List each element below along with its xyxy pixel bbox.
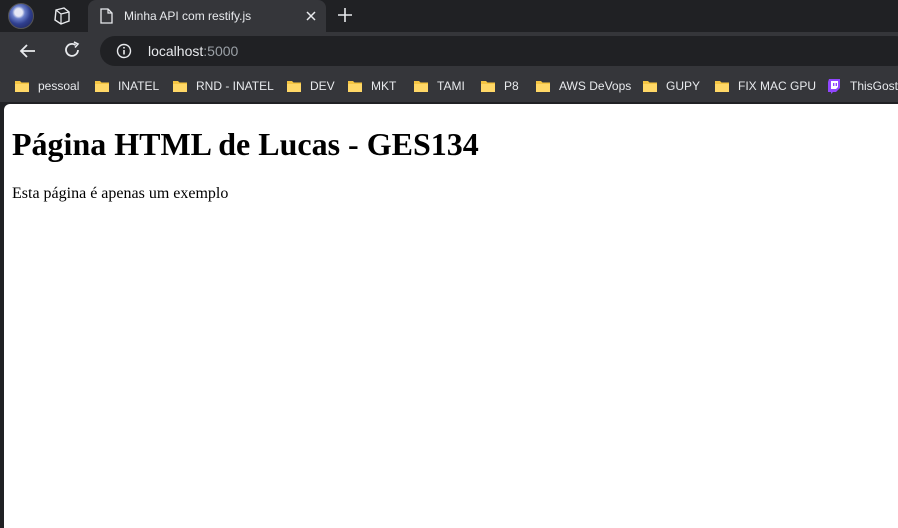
page-paragraph: Esta página é apenas um exemplo (12, 185, 229, 202)
reload-icon[interactable] (62, 40, 82, 60)
page-document-icon (100, 8, 113, 24)
page-viewport: Página HTML de Lucas - GES134 Esta págin… (4, 104, 898, 528)
address-bar[interactable]: localhost:5000 (100, 36, 898, 66)
bookmark-label: P8 (504, 79, 519, 93)
workspaces-icon[interactable] (50, 6, 72, 26)
folder-icon (643, 81, 657, 92)
folder-icon (15, 81, 29, 92)
bookmark-label: ThisGosto (850, 79, 898, 93)
bookmark-label: FIX MAC GPU (738, 79, 817, 93)
bookmark-item[interactable]: RND - INATEL (172, 77, 274, 95)
close-tab-icon[interactable] (304, 9, 318, 23)
tab-title: Minha API com restify.js (124, 9, 252, 23)
folder-icon (173, 81, 187, 92)
folder-icon (715, 81, 729, 92)
url-port: :5000 (203, 43, 239, 59)
folder-icon (536, 81, 550, 92)
bookmark-item[interactable]: ThisGosto (826, 77, 898, 95)
bookmark-label: TAMI (437, 79, 465, 93)
bookmark-item[interactable]: pessoal (14, 77, 79, 95)
browser-toolbar: localhost:5000 (0, 32, 898, 70)
bookmark-item[interactable]: AWS DeVops (535, 77, 631, 95)
bookmark-item[interactable]: MKT (347, 77, 396, 95)
profile-avatar[interactable] (8, 3, 34, 29)
bookmark-item[interactable]: FIX MAC GPU (714, 77, 816, 95)
bookmarks-bar: pessoal INATEL RND - INATEL DEV MKT TAMI P8 AWS… (0, 70, 898, 102)
bookmark-label: AWS DeVops (559, 79, 632, 93)
tab-strip: Minha API com restify.js (0, 0, 898, 32)
bookmark-item[interactable]: DEV (286, 77, 335, 95)
folder-icon (348, 81, 362, 92)
bookmark-item[interactable]: INATEL (94, 77, 159, 95)
bookmark-label: MKT (371, 79, 397, 93)
site-info-icon[interactable] (116, 43, 132, 59)
folder-icon (481, 81, 495, 92)
bookmark-item[interactable]: GUPY (642, 77, 700, 95)
tab-active[interactable]: Minha API com restify.js (88, 0, 326, 32)
bookmark-label: RND - INATEL (196, 79, 274, 93)
folder-icon (95, 81, 109, 92)
twitch-icon (828, 79, 840, 94)
folder-icon (414, 81, 428, 92)
bookmark-label: INATEL (118, 79, 160, 93)
bookmark-label: pessoal (38, 79, 80, 93)
bookmark-label: DEV (310, 79, 335, 93)
back-arrow-icon[interactable] (18, 41, 38, 61)
url-text[interactable]: localhost:5000 (148, 43, 238, 59)
bookmark-label: GUPY (666, 79, 701, 93)
new-tab-plus-icon[interactable] (336, 6, 354, 24)
bookmark-item[interactable]: P8 (480, 77, 519, 95)
bookmark-item[interactable]: TAMI (413, 77, 465, 95)
url-host: localhost (148, 43, 204, 59)
folder-icon (287, 81, 301, 92)
page-heading: Página HTML de Lucas - GES134 (12, 126, 479, 162)
